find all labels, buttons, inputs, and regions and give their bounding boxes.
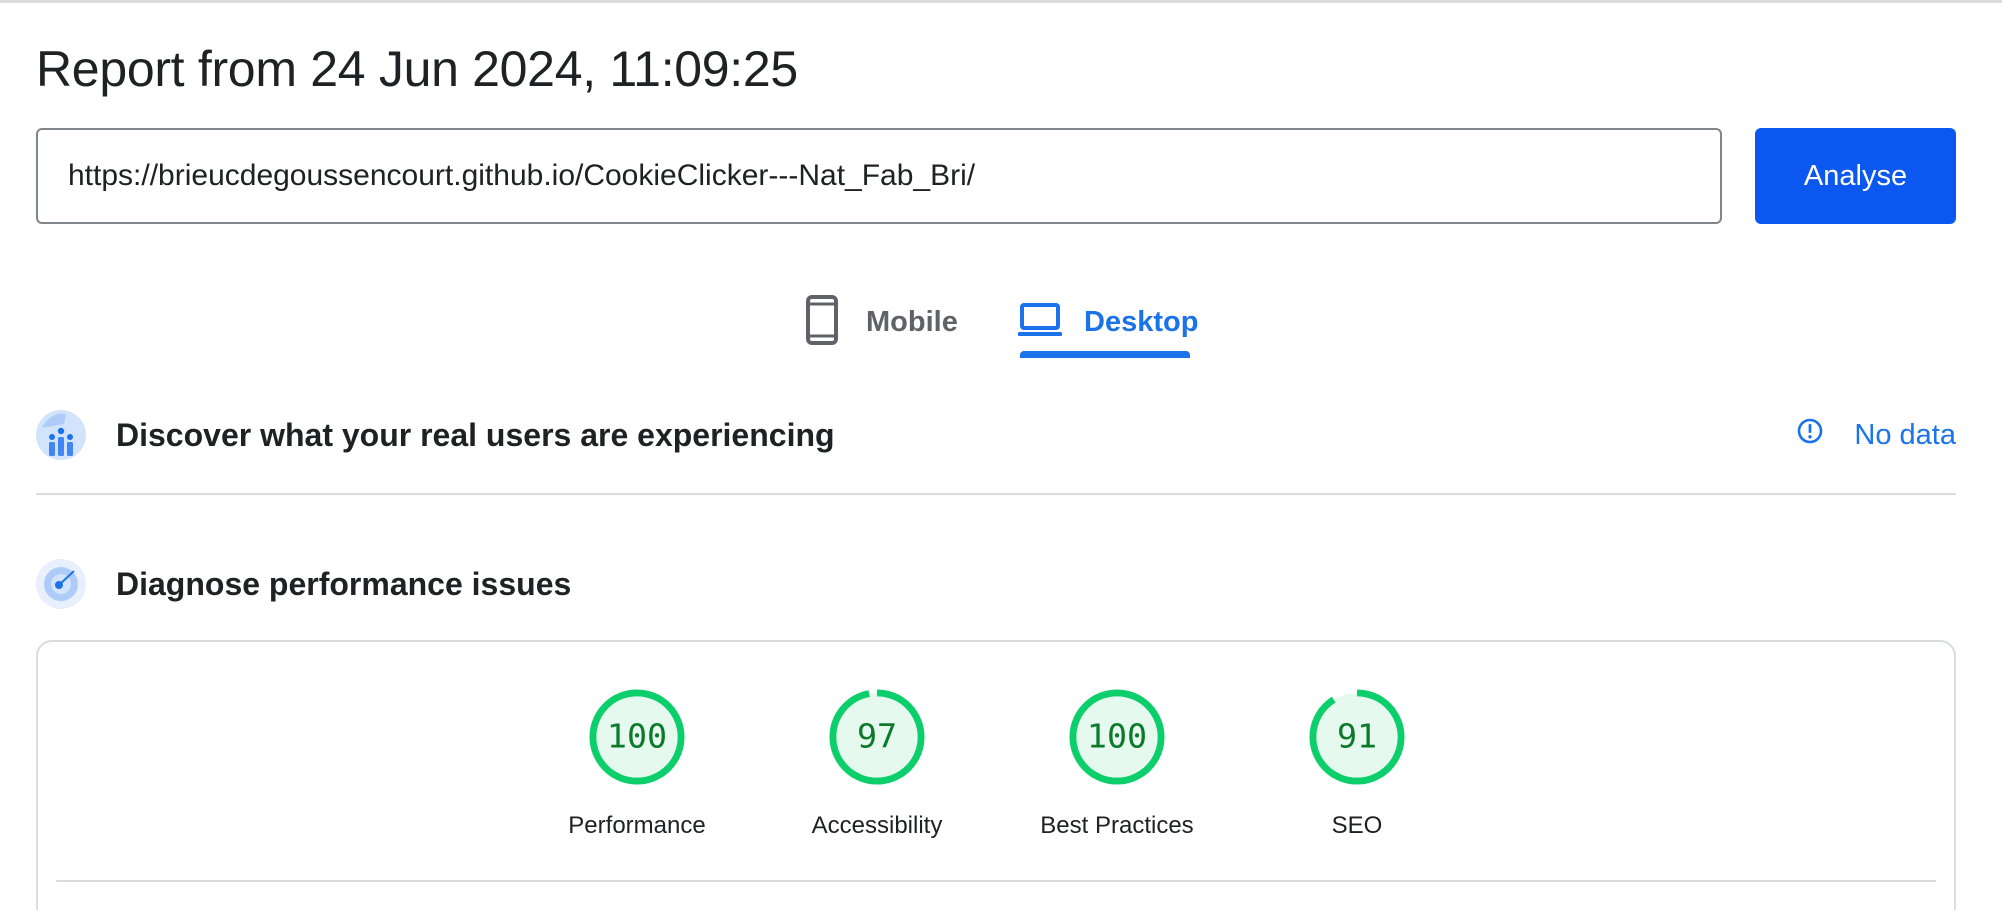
score-value: 97 (857, 716, 897, 755)
score-label: Performance (568, 812, 706, 839)
score-gauge-seo[interactable]: 91 SEO (1257, 688, 1457, 840)
tab-mobile-label: Mobile (866, 305, 958, 338)
score-gauge-accessibility[interactable]: 97 Accessibility (777, 688, 977, 840)
crux-section-title: Discover what your real users are experi… (116, 416, 835, 453)
score-value: 91 (1337, 716, 1377, 755)
scores-card: 100 Performance 97 Accessibility 100 Bes… (36, 640, 1956, 910)
laptop-icon (1018, 302, 1062, 343)
url-field[interactable] (36, 128, 1722, 224)
section-divider (36, 493, 1956, 495)
score-ring: 100 (589, 689, 685, 785)
score-value: 100 (1087, 716, 1147, 755)
score-ring: 91 (1309, 689, 1405, 785)
tab-active-indicator (1020, 351, 1190, 358)
tab-desktop[interactable]: Desktop (1018, 282, 1198, 362)
analyse-button[interactable]: Analyse (1755, 128, 1956, 224)
score-gauge-best-practices[interactable]: 100 Best Practices (1017, 688, 1217, 840)
report-title: Report from 24 Jun 2024, 11:09:25 (36, 41, 798, 97)
info-icon (1796, 417, 1824, 453)
smartphone-icon (800, 294, 844, 350)
score-value: 100 (607, 716, 667, 755)
score-label: Best Practices (1040, 812, 1194, 839)
no-data-status[interactable]: No data (1796, 410, 1956, 460)
url-input[interactable] (68, 159, 1720, 193)
no-data-label: No data (1854, 418, 1956, 451)
score-gauge-performance[interactable]: 100 Performance (537, 688, 737, 840)
tab-mobile[interactable]: Mobile (800, 282, 958, 362)
score-label: Accessibility (811, 812, 943, 839)
diagnose-gauge-icon (36, 559, 86, 609)
real-users-icon (36, 410, 86, 460)
score-ring: 100 (1069, 689, 1165, 785)
score-ring: 97 (829, 689, 925, 785)
diagnose-section-header: Diagnose performance issues (36, 559, 1956, 609)
card-divider (56, 880, 1936, 882)
tab-desktop-label: Desktop (1084, 305, 1199, 338)
score-label: SEO (1331, 812, 1383, 839)
crux-section-header: Discover what your real users are experi… (36, 410, 1956, 460)
diagnose-section-title: Diagnose performance issues (116, 565, 572, 602)
top-divider (0, 0, 2002, 3)
